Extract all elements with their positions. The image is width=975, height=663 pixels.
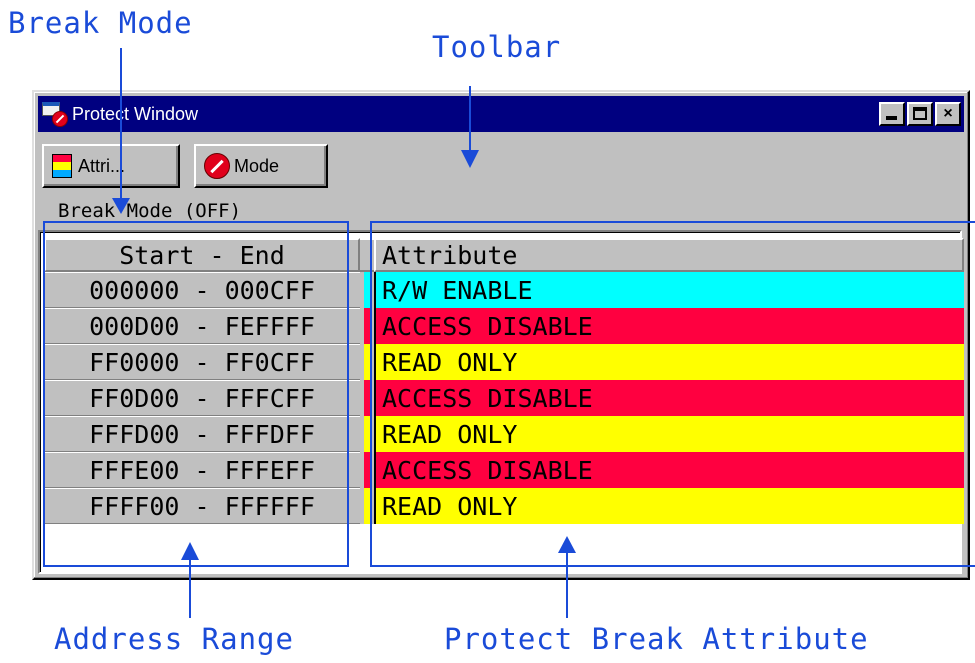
attribute-cell[interactable]: ACCESS DISABLE: [374, 308, 964, 344]
attribute-cell[interactable]: READ ONLY: [374, 344, 964, 380]
table-row[interactable]: FFFD00 - FFFDFF READ ONLY: [44, 416, 964, 452]
minimize-icon: [886, 116, 897, 120]
protect-table: Start - End Attribute 000000 - 000CFF R/…: [38, 230, 964, 574]
address-range-callout: Address Range: [54, 622, 294, 656]
attribute-swatch: [360, 452, 374, 488]
table-header: Start - End Attribute: [44, 238, 964, 272]
window-title: Protect Window: [72, 103, 199, 124]
protect-window: Protect Window × Attri... Mode Break Mod…: [32, 90, 970, 580]
attribute-swatch: [360, 380, 374, 416]
toolbar: Attri... Mode: [42, 144, 328, 190]
break-mode-status: Break Mode (OFF): [58, 200, 242, 222]
column-header-attribute[interactable]: Attribute: [374, 238, 964, 272]
attribute-swatch: [360, 488, 374, 524]
attribute-swatch: [360, 416, 374, 452]
toolbar-callout: Toolbar: [432, 30, 562, 64]
protect-window-icon: [42, 101, 68, 127]
address-range-cell[interactable]: FFFF00 - FFFFFF: [44, 488, 360, 524]
attribute-cell[interactable]: READ ONLY: [374, 488, 964, 524]
attribute-color-icon: [52, 154, 72, 178]
attri-button[interactable]: Attri...: [42, 144, 180, 188]
protect-break-attribute-callout: Protect Break Attribute: [444, 622, 869, 656]
address-range-cell[interactable]: FF0000 - FF0CFF: [44, 344, 360, 380]
mode-button[interactable]: Mode: [194, 144, 328, 188]
attri-button-label: Attri...: [78, 155, 126, 176]
title-bar[interactable]: Protect Window ×: [38, 96, 964, 132]
minimize-button[interactable]: [879, 102, 905, 126]
table-row[interactable]: FF0D00 - FFFCFF ACCESS DISABLE: [44, 380, 964, 416]
attribute-cell[interactable]: ACCESS DISABLE: [374, 452, 964, 488]
address-range-cell[interactable]: FFFE00 - FFFEFF: [44, 452, 360, 488]
maximize-button[interactable]: [907, 102, 933, 126]
table-row[interactable]: 000D00 - FEFFFF ACCESS DISABLE: [44, 308, 964, 344]
mode-button-label: Mode: [234, 155, 280, 176]
maximize-icon: [913, 107, 927, 120]
attribute-swatch: [360, 272, 374, 308]
table-row[interactable]: FF0000 - FF0CFF READ ONLY: [44, 344, 964, 380]
close-icon: ×: [943, 105, 953, 122]
table-row[interactable]: FFFE00 - FFFEFF ACCESS DISABLE: [44, 452, 964, 488]
attribute-swatch: [360, 344, 374, 380]
address-range-cell[interactable]: 000000 - 000CFF: [44, 272, 360, 308]
window-controls: ×: [879, 102, 961, 126]
column-header-range[interactable]: Start - End: [44, 238, 360, 272]
attribute-cell[interactable]: READ ONLY: [374, 416, 964, 452]
attribute-swatch: [360, 308, 374, 344]
address-range-cell[interactable]: FF0D00 - FFFCFF: [44, 380, 360, 416]
close-button[interactable]: ×: [935, 102, 961, 126]
table-row[interactable]: 000000 - 000CFF R/W ENABLE: [44, 272, 964, 308]
address-range-cell[interactable]: FFFD00 - FFFDFF: [44, 416, 360, 452]
table-row[interactable]: FFFF00 - FFFFFF READ ONLY: [44, 488, 964, 524]
address-range-cell[interactable]: 000D00 - FEFFFF: [44, 308, 360, 344]
stop-icon: [204, 153, 230, 179]
attribute-cell[interactable]: R/W ENABLE: [374, 272, 964, 308]
attribute-cell[interactable]: ACCESS DISABLE: [374, 380, 964, 416]
break-mode-callout: Break Mode: [8, 6, 193, 40]
column-divider[interactable]: [360, 238, 374, 272]
